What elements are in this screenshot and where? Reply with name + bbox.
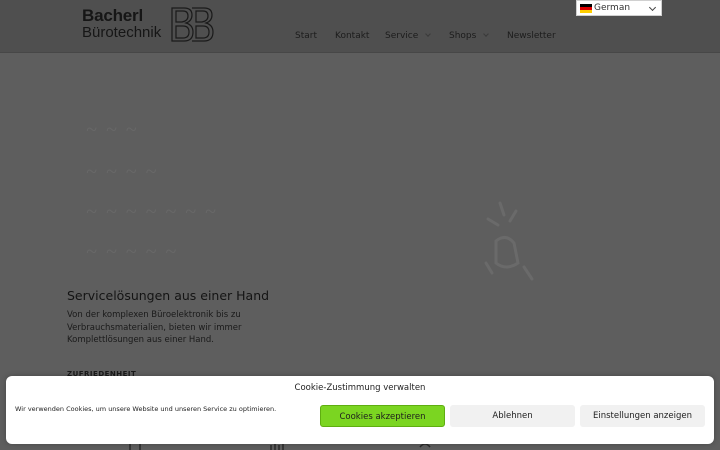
nav-service[interactable]: Service	[385, 30, 432, 42]
cookie-banner-title: Cookie-Zustimmung verwalten	[294, 383, 426, 393]
hero-decoration: ~ ~ ~	[86, 119, 139, 141]
deny-cookies-button[interactable]: Ablehnen	[450, 405, 575, 427]
nav-start[interactable]: Start	[295, 30, 317, 42]
chevron-down-icon	[483, 31, 490, 37]
cookie-banner-text: Wir verwenden Cookies, um unsere Website…	[15, 405, 277, 413]
nav-service-label: Service	[385, 31, 419, 41]
cookie-settings-button[interactable]: Einstellungen anzeigen	[580, 405, 705, 427]
logo-subtitle: Bürotechnik	[82, 24, 162, 41]
nav-shops-label: Shops	[449, 31, 477, 41]
service-heading: Servicelösungen aus einer Hand	[67, 288, 270, 303]
language-select-value: German	[594, 3, 631, 13]
nav-newsletter-label: Newsletter	[507, 31, 556, 41]
cookie-consent-banner: Cookie-Zustimmung verwalten Wir verwende…	[6, 376, 714, 444]
nav-start-label: Start	[295, 31, 317, 41]
flag-de-icon	[580, 4, 592, 13]
accept-cookies-button[interactable]: Cookies akzeptieren	[320, 405, 445, 427]
bb-monogram-icon	[171, 7, 214, 42]
chevron-down-icon	[648, 3, 657, 12]
service-description: Von der komplexen Büroelektronik bis zu …	[67, 310, 242, 346]
language-select[interactable]: German	[576, 0, 662, 16]
nav-shops[interactable]: Shops	[449, 30, 490, 42]
hero-decoration: ~ ~ ~ ~	[86, 161, 159, 183]
nav-newsletter[interactable]: Newsletter	[507, 30, 556, 42]
nav-kontakt[interactable]: Kontakt	[335, 30, 369, 42]
hero-decoration: ~ ~ ~ ~ ~	[86, 241, 179, 263]
logo-name: Bacherl	[82, 6, 143, 25]
chevron-down-icon	[425, 31, 432, 37]
nav-kontakt-label: Kontakt	[335, 31, 370, 41]
company-logo[interactable]: Bacherl Bürotechnik	[82, 7, 218, 43]
hero-decoration: ~ ~ ~ ~ ~ ~ ~	[86, 201, 218, 223]
hero-illustration	[484, 201, 534, 281]
